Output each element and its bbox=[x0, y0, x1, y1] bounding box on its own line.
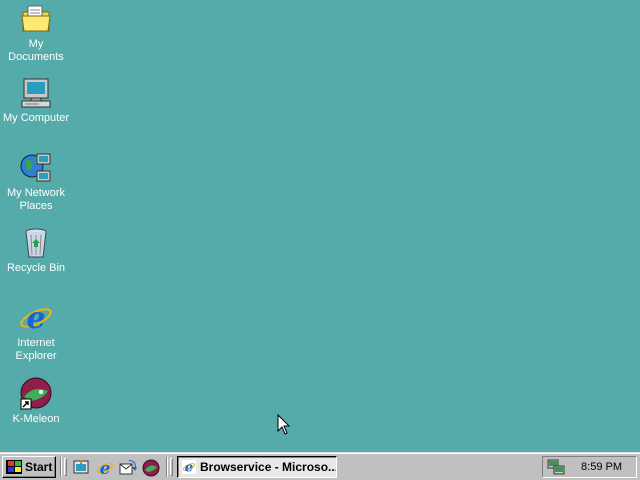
taskbar-separator bbox=[166, 457, 168, 477]
mouse-cursor-icon bbox=[277, 414, 291, 435]
recycle-bin-icon bbox=[25, 228, 47, 258]
network-places-icon bbox=[20, 153, 51, 182]
desktop: My Documents My Computer My Network Plac… bbox=[0, 0, 640, 452]
outlook-express-icon[interactable] bbox=[119, 459, 137, 477]
task-button-browservice[interactable]: e Browservice - Microso... bbox=[177, 456, 337, 478]
internet-explorer-icon[interactable]: e bbox=[96, 459, 114, 477]
taskbar-separator bbox=[60, 457, 62, 477]
svg-text:e: e bbox=[26, 301, 45, 335]
desktop-icon-internet-explorer[interactable]: e Internet Explorer bbox=[0, 301, 72, 363]
desktop-icon-label: Recycle Bin bbox=[6, 262, 66, 274]
k-meleon-icon bbox=[20, 377, 52, 410]
quick-launch-grip[interactable] bbox=[64, 458, 67, 476]
show-desktop-icon[interactable] bbox=[72, 459, 90, 477]
network-status-icon[interactable] bbox=[547, 459, 565, 475]
desktop-icon-my-computer[interactable]: My Computer bbox=[0, 76, 72, 125]
desktop-icon-recycle-bin[interactable]: Recycle Bin bbox=[0, 226, 72, 275]
svg-text:e: e bbox=[100, 459, 111, 477]
folder-documents-icon bbox=[21, 5, 51, 32]
desktop-icon-my-network-places[interactable]: My Network Places bbox=[0, 151, 72, 213]
desktop-icon-label: Internet Explorer bbox=[15, 337, 57, 362]
desktop-icon-my-documents[interactable]: My Documents bbox=[0, 2, 72, 64]
desktop-icon-k-meleon[interactable]: K-Meleon bbox=[0, 377, 72, 426]
internet-explorer-icon: e bbox=[20, 301, 52, 335]
k-meleon-icon[interactable] bbox=[142, 459, 160, 477]
desktop-icon-label: My Documents bbox=[8, 38, 64, 63]
desktop-icon-label: My Network Places bbox=[6, 187, 66, 212]
task-list-grip[interactable] bbox=[170, 458, 173, 476]
windows-logo-icon bbox=[6, 460, 22, 474]
system-tray: 8:59 PM bbox=[542, 456, 637, 478]
desktop-icon-label: K-Meleon bbox=[12, 413, 60, 425]
task-button-label: Browservice - Microso... bbox=[200, 460, 337, 474]
start-button[interactable]: Start bbox=[2, 456, 56, 478]
desktop-icon-label: My Computer bbox=[2, 112, 70, 124]
computer-icon bbox=[21, 78, 51, 108]
start-label: Start bbox=[25, 460, 53, 474]
internet-explorer-icon: e bbox=[182, 460, 196, 474]
taskbar: Start e e Browservice - Microso... 8:59 … bbox=[0, 452, 640, 480]
svg-text:e: e bbox=[185, 461, 193, 474]
clock[interactable]: 8:59 PM bbox=[581, 461, 622, 473]
